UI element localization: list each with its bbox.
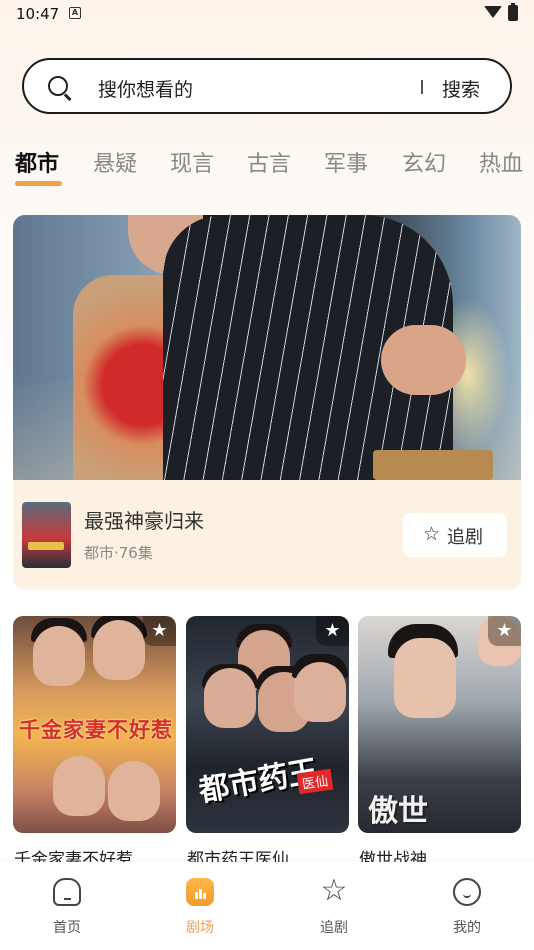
cover-title-art: 傲世 — [368, 794, 428, 829]
category-tabs: 都市 悬疑 现言 古言 军事 玄幻 热血 — [0, 146, 534, 190]
tab-dushi[interactable]: 都市 — [15, 146, 59, 178]
wifi-icon — [484, 6, 502, 18]
tab-guyan[interactable]: 古言 — [247, 146, 291, 178]
search-button[interactable]: 搜索 — [442, 75, 480, 102]
cover-figure — [33, 626, 85, 686]
cover-figure — [93, 620, 145, 680]
cover-figure — [108, 761, 160, 821]
drama-card[interactable]: 千金家妻不好惹 ★ 千金家妻不好惹 — [13, 616, 176, 871]
drama-cover[interactable]: 傲世 ★ — [358, 616, 521, 833]
tab-xianyan[interactable]: 现言 — [170, 146, 214, 178]
nav-item-theater[interactable]: 剧场 — [160, 862, 240, 950]
nav-label: 追剧 — [320, 920, 348, 936]
star-icon: ☆ — [320, 873, 348, 908]
tab-xuanhuan[interactable]: 玄幻 — [402, 146, 446, 178]
battery-icon — [508, 3, 518, 21]
home-icon — [53, 878, 81, 906]
active-tab-indicator — [15, 181, 62, 186]
status-time: 10:47 — [16, 5, 60, 23]
tab-junshi[interactable]: 军事 — [324, 146, 368, 178]
search-icon — [48, 76, 68, 96]
drama-card[interactable]: 都市药王 医仙 ★ 都市药王医仙 — [186, 616, 349, 871]
featured-title: 最强神豪归来 — [84, 509, 204, 533]
drama-card[interactable]: 傲世 ★ 傲世战神 — [358, 616, 521, 871]
nav-label: 剧场 — [186, 920, 214, 936]
tab-xuanyi[interactable]: 悬疑 — [93, 146, 137, 178]
drama-cover[interactable]: 千金家妻不好惹 ★ — [13, 616, 176, 833]
featured-thumbnail — [22, 502, 71, 568]
favorite-icon[interactable]: ★ — [143, 616, 176, 646]
follow-button[interactable]: ☆ 追剧 — [403, 513, 507, 557]
profile-icon — [453, 878, 481, 906]
search-input[interactable]: 搜你想看的 — [98, 75, 193, 102]
nav-item-home[interactable]: 首页 — [27, 862, 107, 950]
featured-drama-card[interactable]: 最强神豪归来 都市·76集 ☆ 追剧 — [13, 215, 521, 590]
featured-meta: 都市·76集 — [84, 544, 153, 562]
tab-rexue[interactable]: 热血 — [479, 146, 523, 178]
nav-label: 首页 — [53, 920, 81, 936]
cover-title-art: 千金家妻不好惹 — [19, 717, 173, 742]
cover-figure — [294, 662, 346, 722]
search-bar[interactable]: 搜你想看的 搜索 — [22, 58, 512, 114]
search-divider — [421, 80, 423, 94]
cover-figure — [204, 668, 256, 728]
nav-item-profile[interactable]: 我的 — [427, 862, 507, 950]
status-bar: 10:47 A — [0, 0, 534, 30]
drama-cover[interactable]: 都市药王 医仙 ★ — [186, 616, 349, 833]
nav-item-follow[interactable]: ☆ 追剧 — [294, 862, 374, 950]
bottom-nav: 首页 剧场 ☆ 追剧 我的 — [0, 862, 534, 950]
favorite-icon[interactable]: ★ — [488, 616, 521, 646]
cover-figure — [394, 638, 456, 718]
featured-banner-image[interactable] — [13, 215, 521, 480]
follow-label: 追剧 — [447, 527, 483, 548]
nav-label: 我的 — [453, 920, 481, 936]
notification-icon: A — [69, 7, 81, 19]
banner-figure-hand — [381, 325, 466, 395]
banner-figure-bag — [373, 450, 493, 480]
cover-figure — [53, 756, 105, 816]
star-icon: ☆ — [423, 523, 441, 545]
cover-tag: 医仙 — [296, 768, 334, 795]
favorite-icon[interactable]: ★ — [316, 616, 349, 646]
theater-icon — [186, 878, 214, 906]
